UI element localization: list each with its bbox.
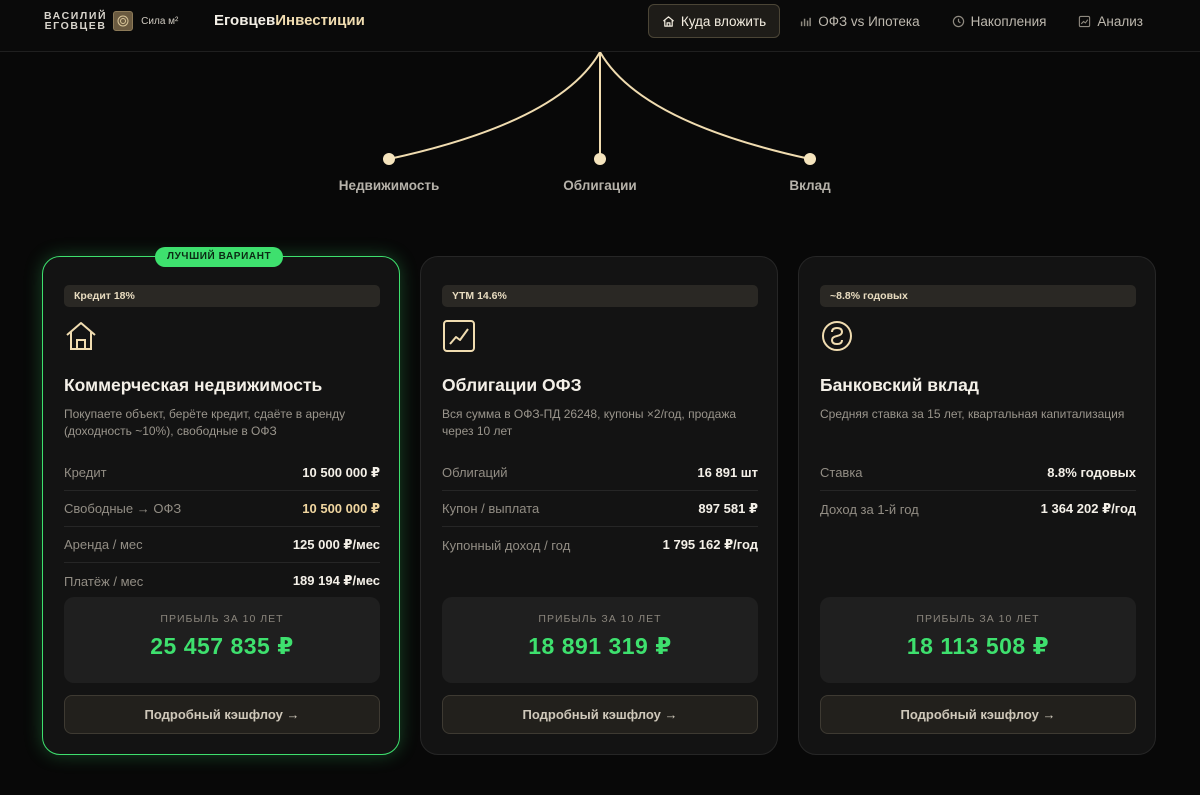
metric-label: Купон / выплата	[442, 501, 540, 516]
nav-label: Куда вложить	[680, 13, 767, 29]
metric-label: Купонный доход / год	[442, 537, 571, 553]
card-tag: ~8.8% годовых	[820, 285, 1136, 307]
card-title: Облигации ОФЗ	[442, 375, 582, 395]
card-commercial-realestate: ЛУЧШИЙ ВАРИАНТ Кредит 18% Коммерческая н…	[42, 247, 400, 755]
metric-label: Ставка	[820, 465, 863, 480]
card-description: Покупаете объект, берёте кредит, сдаёте …	[64, 407, 346, 438]
nav-ofz-vs-mortgage[interactable]: ОФЗ vs Ипотека	[786, 4, 932, 38]
nav-savings[interactable]: Накопления	[939, 4, 1060, 38]
metric-value: 8.8% годовых	[1047, 465, 1136, 480]
profit-value: 18 891 319 ₽	[528, 633, 672, 659]
card-metrics: Кредит 10 500 000 ₽ Свободные → ОФЗ 10 5…	[64, 455, 380, 599]
clock-icon	[952, 15, 964, 27]
line-chart-icon	[1079, 15, 1091, 27]
main-nav: Куда вложить ОФЗ vs Ипотека Накопления А…	[642, 4, 1156, 38]
brand-last-name: ЕГОВЦЕВ	[44, 20, 107, 32]
cashflow-details-button[interactable]: Подробный кэшфлоу →	[820, 695, 1136, 734]
tree-node-deposit	[804, 153, 816, 165]
metric-label: Платёж / мес	[64, 573, 144, 589]
card-metrics: Ставка 8.8% годовых Доход за 1-й год 1 3…	[820, 455, 1136, 527]
card-bank-deposit: ~8.8% годовых Банковский вклад Средняя с…	[798, 256, 1156, 755]
metric-row: Свободные → ОФЗ 10 500 000 ₽	[64, 491, 380, 527]
metric-value: 10 500 000 ₽	[302, 464, 380, 480]
tree-label-bonds[interactable]: Облигации	[563, 178, 636, 193]
house-icon	[66, 322, 96, 350]
tree-label-realestate[interactable]: Недвижимость	[339, 178, 440, 193]
metric-value: 897 581 ₽	[698, 500, 758, 516]
card-description: Средняя ставка за 15 лет, квартальная ка…	[820, 407, 1125, 421]
cashflow-details-button[interactable]: Подробный кэшфлоу →	[64, 695, 380, 734]
card-title: Банковский вклад	[820, 375, 979, 395]
metric-value: 1 795 162 ₽/год	[662, 537, 758, 552]
tree-branch-right	[599, 51, 811, 160]
metric-value: 16 891 шт	[697, 465, 758, 480]
brand-logo-block[interactable]: ВАСИЛИЙ ЕГОВЦЕВ Сила м²	[44, 11, 179, 32]
card-tag: Кредит 18%	[64, 285, 380, 307]
profit-value: 18 113 508 ₽	[906, 633, 1050, 659]
profit-box: ПРИБЫЛЬ ЗА 10 ЛЕТ 18 113 508 ₽	[820, 597, 1136, 683]
profit-box: ПРИБЫЛЬ ЗА 10 ЛЕТ 25 457 835 ₽	[64, 597, 380, 683]
card-title: Коммерческая недвижимость	[64, 375, 323, 395]
cashflow-details-button[interactable]: Подробный кэшфлоу →	[442, 695, 758, 734]
metric-row: Купонный доход / год 1 795 162 ₽/год	[442, 527, 758, 563]
tree-label-deposit[interactable]: Вклад	[789, 178, 830, 193]
tree-node-bonds	[594, 153, 606, 165]
metric-row: Купон / выплата 897 581 ₽	[442, 491, 758, 527]
nav-analysis[interactable]: Анализ	[1065, 4, 1156, 38]
profit-label: ПРИБЫЛЬ ЗА 10 ЛЕТ	[538, 613, 662, 625]
metric-value: 1 364 202 ₽/год	[1040, 501, 1136, 516]
metric-label: Доход за 1-й год	[820, 501, 919, 517]
card-tag: YTM 14.6%	[442, 285, 758, 307]
best-option-badge: ЛУЧШИЙ ВАРИАНТ	[155, 247, 284, 267]
nav-label: Анализ	[1097, 13, 1143, 29]
profit-box: ПРИБЫЛЬ ЗА 10 ЛЕТ 18 891 319 ₽	[442, 597, 758, 683]
trend-chart-icon	[443, 320, 475, 352]
metric-label: Облигаций	[442, 465, 508, 480]
card-description: Вся сумма в ОФЗ-ПД 26248, купоны ×2/год,…	[442, 407, 737, 438]
metric-row: Аренда / мес 125 000 ₽/мес	[64, 527, 380, 563]
nav-label: Накопления	[970, 13, 1047, 29]
profit-value: 25 457 835 ₽	[150, 633, 294, 659]
nav-label: ОФЗ vs Ипотека	[818, 13, 920, 29]
coin-icon	[822, 321, 852, 351]
brand-name: ВАСИЛИЙ ЕГОВЦЕВ	[44, 11, 107, 32]
site-title-part2: Инвестиции	[275, 12, 365, 29]
site-title[interactable]: ЕговцевИнвестиции	[214, 12, 365, 29]
card-metrics: Облигаций 16 891 шт Купон / выплата 897 …	[442, 455, 758, 563]
metric-row: Кредит 10 500 000 ₽	[64, 455, 380, 491]
top-header: ВАСИЛИЙ ЕГОВЦЕВ Сила м² ЕговцевИнвестици…	[0, 0, 1200, 52]
brand-slogan: Сила м²	[141, 15, 179, 27]
metric-value: 125 000 ₽/мес	[292, 536, 380, 552]
metric-value: 10 500 000 ₽	[302, 500, 380, 516]
metric-label: Аренда / мес	[64, 537, 143, 552]
profit-label: ПРИБЫЛЬ ЗА 10 ЛЕТ	[160, 613, 284, 625]
tree-node-realestate	[383, 153, 395, 165]
bar-chart-icon	[801, 17, 812, 26]
profit-label: ПРИБЫЛЬ ЗА 10 ЛЕТ	[916, 613, 1040, 625]
tree-branch-left	[388, 51, 601, 160]
metric-row: Ставка 8.8% годовых	[820, 455, 1136, 491]
card-ofz-bonds: YTM 14.6% Облигации ОФЗ Вся сумма в ОФЗ-…	[420, 256, 778, 755]
investment-options-tree: Недвижимость Облигации Вклад	[0, 51, 1200, 202]
metric-label: Кредит	[64, 465, 107, 480]
metric-label: Свободные → ОФЗ	[64, 501, 182, 516]
nav-where-to-invest[interactable]: Куда вложить	[647, 4, 781, 38]
metric-row: Платёж / мес 189 194 ₽/мес	[64, 563, 380, 599]
metric-value: 189 194 ₽/мес	[292, 573, 380, 588]
metric-row: Облигаций 16 891 шт	[442, 455, 758, 491]
site-title-part1: Еговцев	[214, 12, 276, 29]
metric-row: Доход за 1-й год 1 364 202 ₽/год	[820, 491, 1136, 527]
brand-emblem-icon	[113, 11, 134, 31]
home-icon	[662, 15, 674, 27]
